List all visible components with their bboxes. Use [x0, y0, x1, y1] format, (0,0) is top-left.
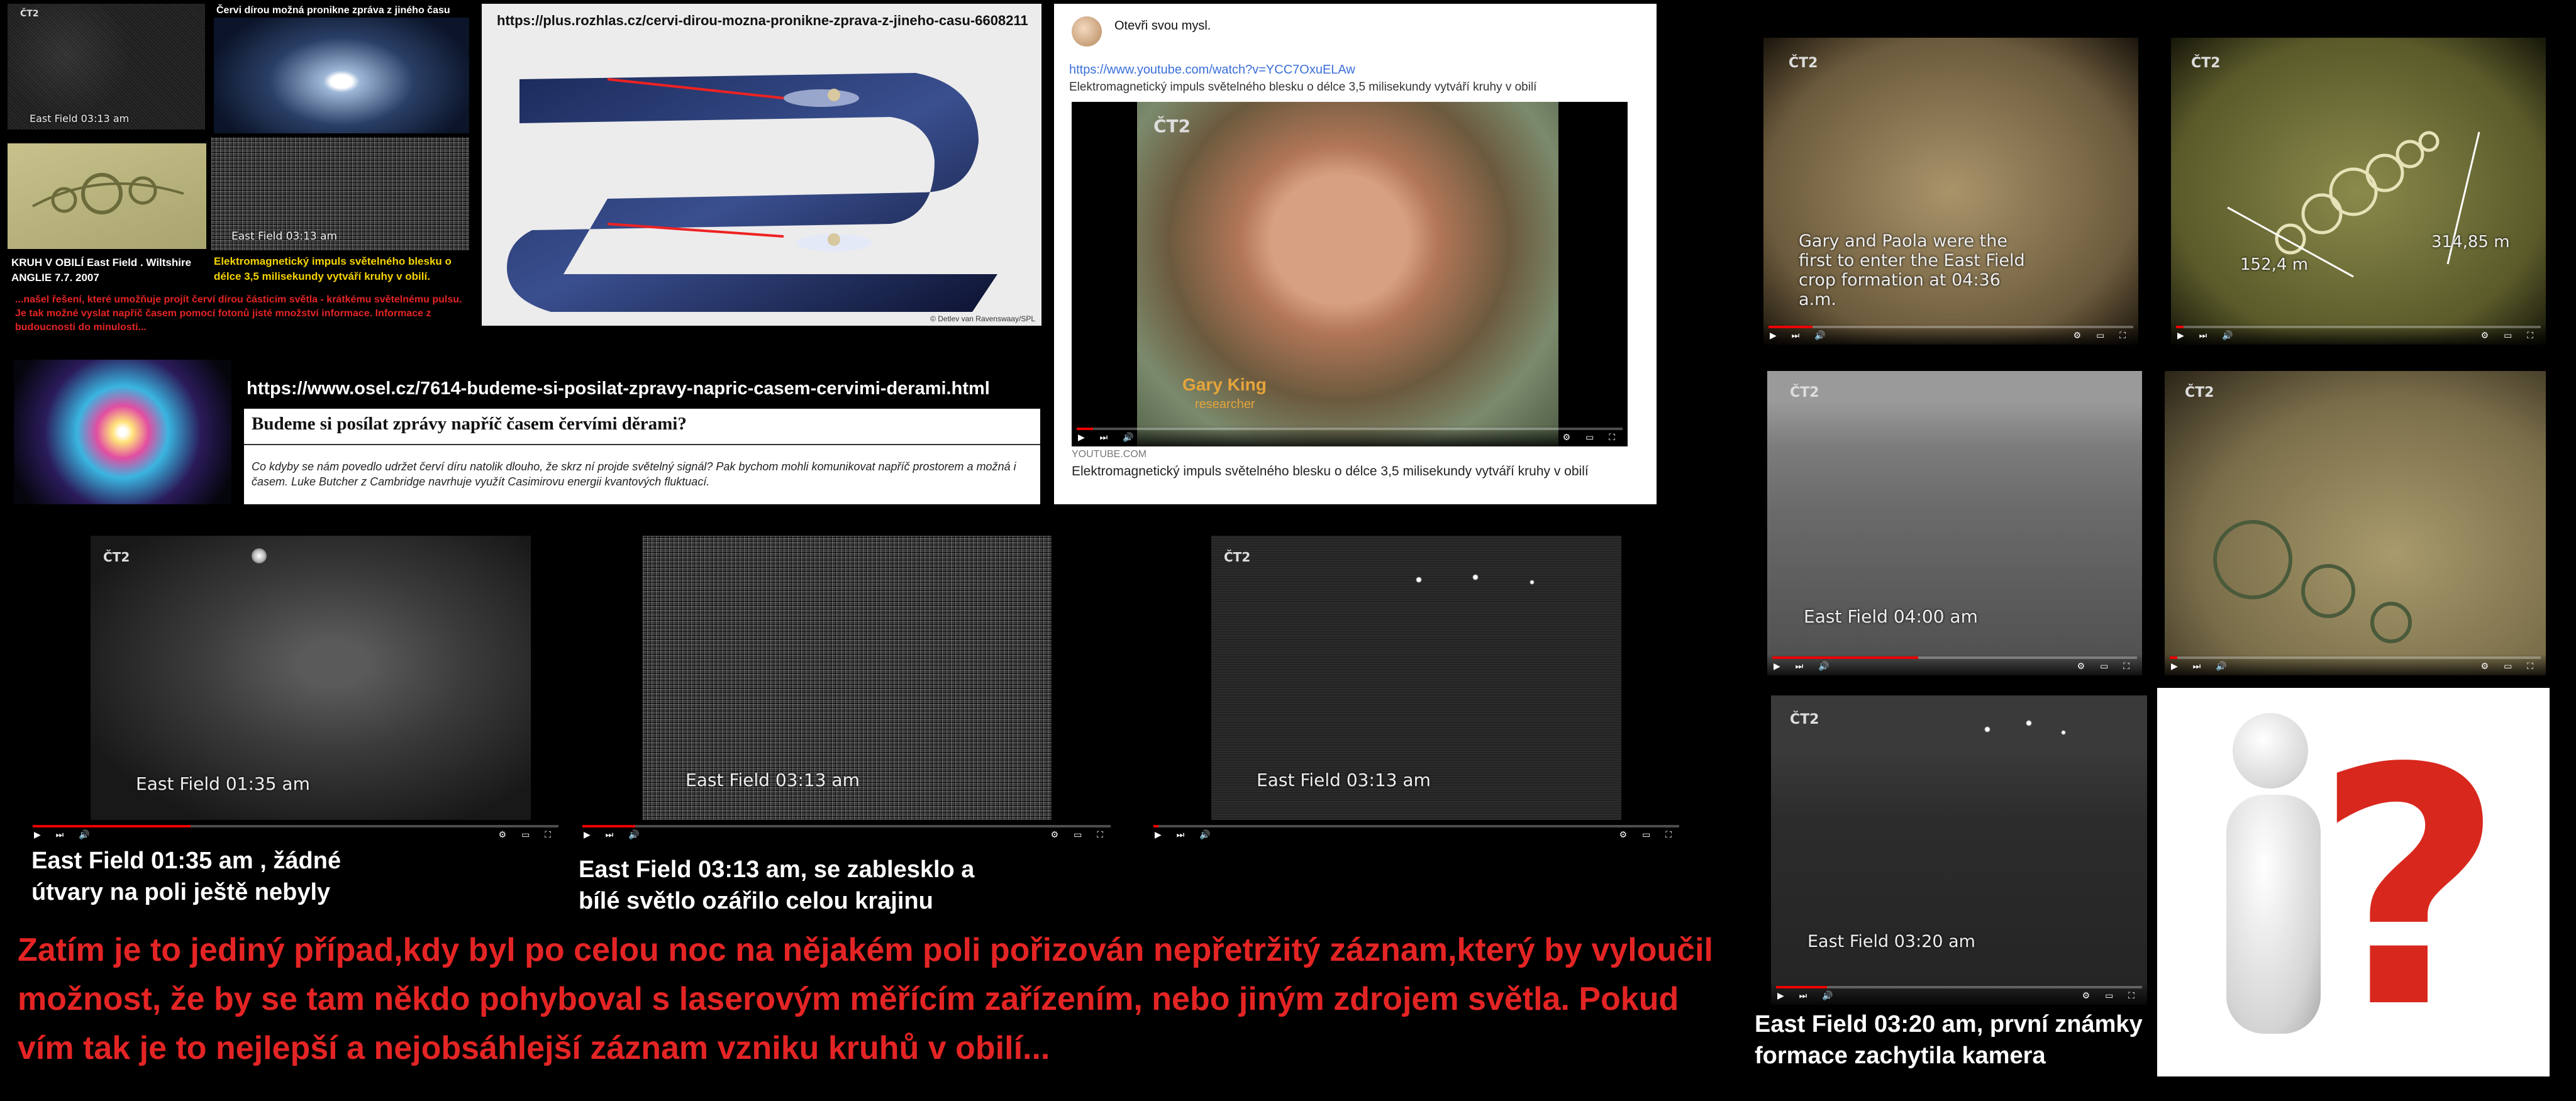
timestamp-label: East Field 03:13 am	[1257, 770, 1431, 790]
video-bottom-1[interactable]: ČT2 East Field 01:35 am ▶ ⏭ 🔊 ⚙ ▭ ⛶	[28, 536, 564, 844]
youtube-player[interactable]: ČT2 Gary King researcher ▶ ⏭ 🔊 ⚙ ▭ ⛶	[1072, 102, 1628, 446]
timestamp-label: East Field 04:00 am	[1804, 606, 1978, 627]
channel-logo: ČT2	[1153, 116, 1191, 136]
video-right-4[interactable]: ČT2 ▶ ⏭ 🔊 ⚙ ▭ ⛶	[2165, 371, 2546, 675]
thumb-crop-circle	[8, 143, 206, 249]
channel-logo: ČT2	[2191, 55, 2221, 71]
rozhlas-panel: https://plus.rozhlas.cz/cervi-dirou-mozn…	[482, 4, 1041, 326]
youtube-link[interactable]: https://www.youtube.com/watch?v=YCC7OxuE…	[1069, 63, 1355, 77]
player-controls[interactable]: ▶ ⏭ 🔊 ⚙ ▭ ⛶	[2165, 654, 2546, 675]
thinking-figure-image: ?	[2157, 688, 2550, 1076]
osel-title: Budeme si posílat zprávy napříč časem če…	[252, 414, 687, 434]
thumb-wormhole: Červi dírou možná pronikne zpráva z jiné…	[214, 4, 469, 133]
channel-logo: ČT2	[103, 550, 130, 565]
thumb-night-field-2: East Field 03:13 am	[211, 137, 469, 250]
channel-logo: ČT2	[1224, 550, 1251, 565]
video-right-3[interactable]: ČT2 East Field 04:00 am ▶ ⏭ 🔊 ⚙ ▭ ⛶	[1767, 371, 2142, 675]
wormhole-title: Červi dírou možná pronikne zpráva z jiné…	[214, 4, 469, 18]
timestamp-label: East Field 01:35 am	[136, 773, 310, 794]
impulse-caption: Elektromagnetický impuls světelného bles…	[214, 255, 452, 282]
name-tag: Gary King	[1182, 375, 1267, 394]
post-author[interactable]: Otevři svou mysl.	[1114, 19, 1211, 33]
light-tunnel-thumb	[14, 360, 231, 504]
link-title[interactable]: Elektromagnetický impuls světelného bles…	[1072, 463, 1625, 480]
light-flashes	[1960, 711, 2098, 742]
light-orb	[252, 548, 267, 563]
channel-logo: ČT2	[1790, 385, 1819, 401]
timestamp-label: East Field 03:13 am	[686, 770, 860, 790]
player-controls[interactable]: ▶ ⏭ 🔊 ⚙ ▭ ⛶	[577, 822, 1116, 844]
crop-circle-drawing	[32, 173, 184, 214]
osel-card[interactable]: Budeme si posílat zprávy napříč časem če…	[244, 409, 1040, 504]
thumb-label: East Field 03:13 am	[30, 113, 130, 124]
channel-logo: ČT2	[20, 9, 39, 19]
timestamp-label: East Field 03:20 am	[1807, 932, 1975, 951]
video-right-2[interactable]: ČT2 152,4 m 314,85 m ▶ ⏭ 🔊 ⚙ ▭ ⛶	[2171, 38, 2546, 345]
channel-logo: ČT2	[1790, 712, 1819, 728]
overlay-text: Gary and Paola were the first to enter t…	[1799, 231, 2025, 309]
wormhole-note: ...našel řešení, které umožňuje projít č…	[15, 294, 462, 333]
channel-logo: ČT2	[2185, 385, 2214, 401]
post-description: Elektromagnetický impuls světelného bles…	[1069, 80, 1537, 94]
player-controls[interactable]: ▶ ⏭ 🔊 ⚙ ▭ ⛶	[1763, 323, 2138, 345]
wormhole-illustration	[507, 73, 997, 312]
player-controls[interactable]: ▶ ⏭ 🔊 ⚙ ▭ ⛶	[2171, 323, 2546, 345]
image-credit: © Detlev van Ravenswaay/SPL	[930, 314, 1035, 323]
formation-aerial	[2213, 520, 2412, 643]
social-post: Otevři svou mysl. https://www.youtube.co…	[1054, 4, 1657, 504]
measure-2: 314,85 m	[2431, 233, 2510, 252]
measure-1: 152,4 m	[2240, 255, 2309, 274]
video-bottom-2[interactable]: East Field 03:13 am ▶ ⏭ 🔊 ⚙ ▭ ⛶	[577, 536, 1116, 844]
thumb-night-field: ČT2 East Field 03:13 am	[8, 4, 205, 130]
osel-url[interactable]: https://www.osel.cz/7614-budeme-si-posil…	[247, 379, 990, 399]
crop-circle-caption: KRUH V OBILÍ East Field . Wiltshire ANGL…	[11, 257, 192, 284]
player-controls[interactable]: ▶ ⏭ 🔊 ⚙ ▭ ⛶	[1771, 983, 2147, 1005]
main-statement: Zatím je to jediný případ,kdy byl po cel…	[18, 932, 1713, 1066]
video-bottom-3[interactable]: ČT2 East Field 03:13 am ▶ ⏭ 🔊 ⚙ ▭ ⛶	[1148, 536, 1684, 844]
caption-0320: East Field 03:20 am, první známky formac…	[1755, 1011, 2143, 1069]
player-controls[interactable]: ▶ ⏭ 🔊 ⚙ ▭ ⛶	[1767, 654, 2142, 675]
question-mark-icon: ?	[2314, 699, 2504, 1076]
video-right-5[interactable]: ČT2 East Field 03:20 am ▶ ⏭ 🔊 ⚙ ▭ ⛶	[1771, 695, 2147, 1005]
caption-0135: East Field 01:35 am , žádné útvary na po…	[31, 848, 341, 905]
figure-body	[2226, 795, 2321, 1034]
figure-head	[2233, 713, 2308, 788]
link-domain: YOUTUBE.COM	[1072, 449, 1147, 460]
caption-0313: East Field 03:13 am, se zablesklo a bílé…	[579, 856, 975, 914]
role-tag: researcher	[1195, 397, 1255, 411]
formation-diagram	[2227, 131, 2480, 278]
channel-logo: ČT2	[1789, 55, 1818, 71]
video-right-1[interactable]: ČT2 Gary and Paola were the first to ent…	[1763, 38, 2138, 345]
light-flashes	[1400, 567, 1589, 592]
player-controls[interactable]: ▶ ⏭ 🔊 ⚙ ▭ ⛶	[28, 822, 564, 844]
thumb-label: East Field 03:13 am	[231, 230, 338, 243]
osel-text: Co kdyby se nám povedlo udržet červí dír…	[252, 460, 1016, 488]
player-controls[interactable]: ▶ ⏭ 🔊 ⚙ ▭ ⛶	[1072, 425, 1628, 446]
player-controls[interactable]: ▶ ⏭ 🔊 ⚙ ▭ ⛶	[1148, 822, 1684, 844]
avatar[interactable]	[1072, 16, 1102, 47]
